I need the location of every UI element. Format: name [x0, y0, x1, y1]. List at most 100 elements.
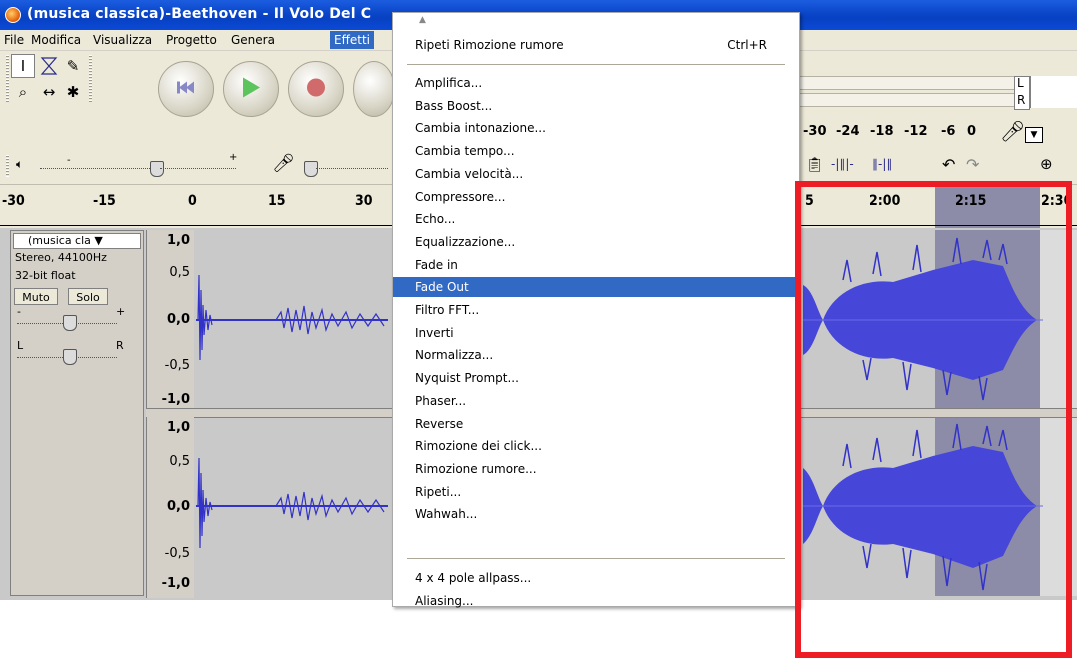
scale-label: 0,0	[166, 312, 190, 327]
play-button[interactable]	[223, 61, 279, 117]
record-meter-microphone-icon[interactable]: 🎤︎	[1000, 119, 1025, 143]
zoom-tool-icon[interactable]: ⌕	[11, 80, 35, 104]
meter-scale-12: -12	[904, 124, 928, 139]
gain-thumb[interactable]	[63, 315, 77, 331]
play-icon	[241, 77, 261, 102]
track-control-panel: ✕ (musica cla ▼ Stereo, 44100Hz 32-bit f…	[10, 230, 144, 596]
draw-tool-icon[interactable]: ✎	[61, 54, 85, 78]
microphone-icon: 🎤︎	[272, 153, 295, 174]
scale-label: -1,0	[161, 576, 190, 591]
zoom-in-icon[interactable]: ⊕	[1040, 155, 1053, 173]
trim-icon[interactable]: -|∥|-	[831, 157, 854, 171]
scale-label: 0,0	[166, 499, 190, 514]
track-name: (musica cla	[28, 234, 91, 247]
scale-label: -0,5	[164, 546, 190, 561]
menu-item-rimozione-rumore[interactable]: Rimozione rumore...	[393, 459, 797, 479]
menu-item-rimozione-dei-click[interactable]: Rimozione dei click...	[393, 436, 797, 456]
menu-item-fade-in[interactable]: Fade in	[393, 255, 797, 275]
meter-scale-6: -6	[941, 124, 956, 139]
audacity-app-icon[interactable]	[5, 7, 21, 23]
track-name-dropdown[interactable]: (musica cla ▼	[13, 233, 141, 249]
slider-track	[160, 168, 236, 170]
ruler-label: -30	[2, 193, 25, 209]
gain-minus: -	[17, 305, 21, 318]
window-title: (musica classica)-Beethoven - Il Volo De…	[27, 6, 372, 22]
menu-item-nyquist-prompt[interactable]: Nyquist Prompt...	[393, 368, 797, 388]
menu-item-fade-out[interactable]: Fade Out	[393, 277, 797, 298]
menu-effetti[interactable]: Effetti	[330, 31, 374, 49]
pause-button[interactable]	[353, 61, 395, 117]
envelope-tool-icon[interactable]	[37, 54, 61, 78]
channel-2-scale: 1,0 0,5 0,0 -0,5 -1,0	[146, 417, 194, 598]
menu-item-echo[interactable]: Echo...	[393, 209, 797, 229]
ruler-label: -15	[93, 193, 116, 209]
scale-label: -0,5	[164, 358, 190, 373]
skip-start-icon	[177, 81, 195, 98]
silence-icon[interactable]: ∥-|∥	[872, 157, 892, 171]
scale-label: -1,0	[161, 392, 190, 407]
ruler-label: 0	[188, 193, 197, 209]
menu-item-repeat[interactable]: Ripeti Rimozione rumore Ctrl+R	[393, 35, 797, 55]
menu-item-inverti[interactable]: Inverti	[393, 323, 797, 343]
menu-item-amplifica[interactable]: Amplifica...	[393, 73, 797, 93]
menu-item-equalizzazione[interactable]: Equalizzazione...	[393, 232, 797, 252]
menu-item-compressore[interactable]: Compressore...	[393, 187, 797, 207]
menu-item-filtro-fft[interactable]: Filtro FFT...	[393, 300, 797, 320]
menu-item-phaser[interactable]: Phaser...	[393, 391, 797, 411]
paste-icon[interactable]: 📋︎	[806, 157, 824, 173]
skip-start-button[interactable]	[158, 61, 214, 117]
menu-item-plugin[interactable]: 4 x 4 pole allpass...	[393, 568, 797, 588]
menu-item-ripeti[interactable]: Ripeti...	[393, 482, 797, 502]
menu-separator	[407, 64, 785, 65]
scale-label: 1,0	[166, 420, 190, 435]
undo-icon[interactable]: ↶	[942, 155, 955, 174]
selection-tool-icon[interactable]: Ι	[11, 54, 35, 78]
menu-item-cambia-velocità[interactable]: Cambia velocità...	[393, 164, 797, 184]
mute-button[interactable]: Muto	[14, 288, 58, 305]
meter-extra	[1030, 76, 1077, 108]
record-button[interactable]	[288, 61, 344, 117]
solo-button[interactable]: Solo	[68, 288, 108, 305]
menu-scroll-up-icon[interactable]: ▲	[419, 15, 426, 25]
pan-left: L	[17, 339, 24, 352]
scale-label: 0,5	[169, 265, 190, 280]
meter-right-bar	[798, 93, 1015, 107]
meter-scale-24: -24	[836, 124, 860, 139]
output-volume-slider[interactable]	[40, 168, 150, 170]
meter-left-bar	[798, 76, 1015, 90]
meter-channel-r: R	[1017, 93, 1026, 107]
meter-dropdown-icon[interactable]: ▼	[1025, 127, 1043, 143]
multi-tool-icon[interactable]: ✱	[61, 80, 85, 104]
menu-item-cambia-intonazione[interactable]: Cambia intonazione...	[393, 118, 797, 138]
menu-item-bass-boost[interactable]: Bass Boost...	[393, 96, 797, 116]
track-format: Stereo, 44100Hz	[15, 251, 107, 264]
channel-1-scale: 1,0 0,5 0,0 -0,5 -1,0	[146, 230, 194, 413]
menu-item-normalizza[interactable]: Normalizza...	[393, 345, 797, 365]
pan-right: R	[116, 339, 124, 352]
menu-separator	[407, 558, 785, 559]
toolbar-grip[interactable]	[6, 55, 9, 103]
menu-item-plugin[interactable]: Aliasing...	[393, 591, 797, 611]
waveform-channel-1[interactable]	[196, 230, 388, 408]
menu-genera[interactable]: Genera	[231, 33, 275, 47]
gain-plus: +	[116, 305, 126, 318]
record-icon	[306, 78, 326, 101]
meter-scale-30: -30	[803, 124, 827, 139]
menu-item-wahwah[interactable]: Wahwah...	[393, 504, 797, 524]
ruler-label: 30	[355, 193, 373, 209]
input-volume-slider[interactable]	[316, 168, 388, 170]
menu-item-reverse[interactable]: Reverse	[393, 414, 797, 434]
toolbar-grip[interactable]	[6, 155, 9, 177]
toolbar-grip[interactable]	[89, 55, 92, 103]
menu-progetto[interactable]: Progetto	[166, 33, 217, 47]
meter-scale-0: 0	[967, 124, 977, 139]
menu-modifica[interactable]: Modifica	[31, 33, 81, 47]
timeshift-tool-icon[interactable]: ↔	[37, 80, 61, 104]
pan-thumb[interactable]	[63, 349, 77, 365]
redo-icon[interactable]: ↷	[966, 155, 979, 174]
menu-visualizza[interactable]: Visualizza	[93, 33, 152, 47]
menu-item-cambia-tempo[interactable]: Cambia tempo...	[393, 141, 797, 161]
menu-file[interactable]: File	[4, 33, 24, 47]
scale-label: 0,5	[169, 454, 190, 469]
waveform-channel-2[interactable]	[196, 418, 388, 596]
